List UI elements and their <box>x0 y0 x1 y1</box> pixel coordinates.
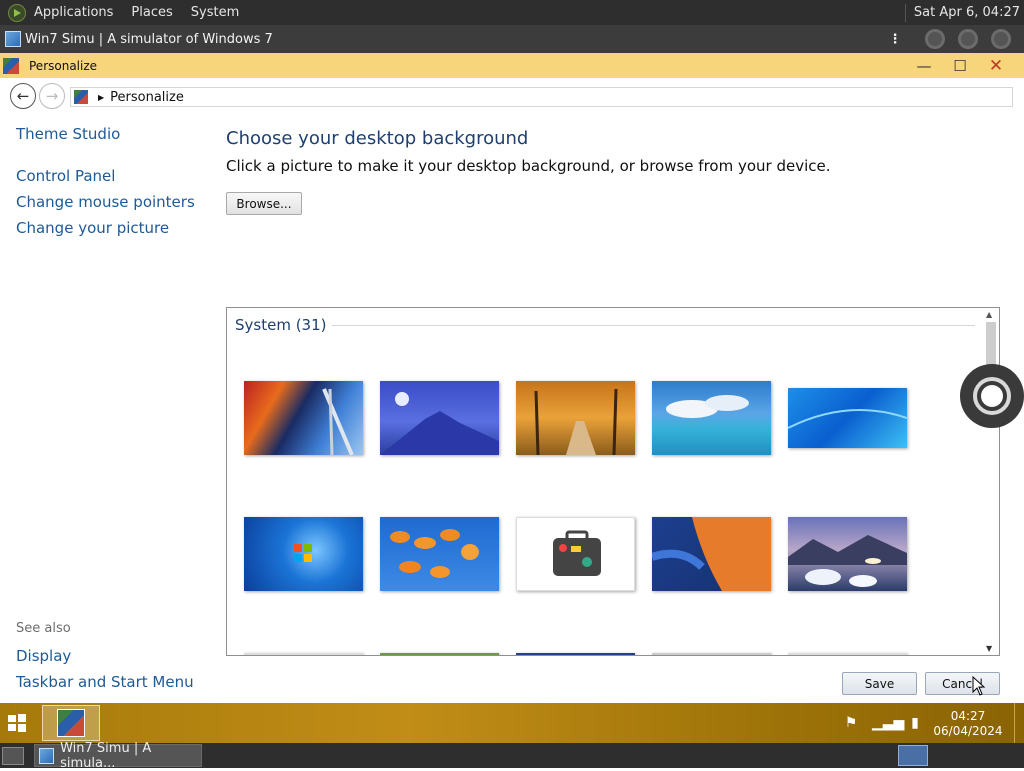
wallpaper-image <box>666 395 749 418</box>
page-subtitle: Click a picture to make it your desktop … <box>226 157 831 175</box>
browser-titlebar: Win7 Simu | A simulator of Windows 7 ⋮ <box>0 25 1024 53</box>
scroll-up-icon[interactable]: ▲ <box>986 310 992 319</box>
vertical-scrollbar[interactable]: ▲ ▼ <box>983 308 999 655</box>
browser-title: Win7 Simu | A simulator of Windows 7 <box>25 31 273 47</box>
wallpaper-thumbnail[interactable] <box>788 517 907 591</box>
control-panel-link[interactable]: Control Panel <box>16 167 115 185</box>
kebab-menu-icon[interactable]: ⋮ <box>887 32 903 47</box>
display-link[interactable]: Display <box>16 647 71 665</box>
scroll-thumb[interactable] <box>986 322 996 370</box>
wallpaper-image <box>534 388 618 455</box>
window-list-item[interactable]: Win7 Simu | A simula... <box>34 741 202 771</box>
wallpaper-thumbnail[interactable] <box>788 388 907 448</box>
action-center-flag-icon[interactable]: ⚑ <box>840 715 862 731</box>
change-mouse-pointers-link[interactable]: Change mouse pointers <box>16 193 195 211</box>
cancel-button[interactable]: Cancel <box>925 672 1000 695</box>
wallpaper-thumbnail[interactable] <box>244 381 363 455</box>
browse-button[interactable]: Browse... <box>226 192 302 215</box>
wallpaper-thumbnail[interactable] <box>380 381 499 455</box>
touch-ring-icon <box>973 377 1011 415</box>
wallpaper-image <box>788 409 907 429</box>
forward-button[interactable]: → <box>39 82 65 109</box>
wallpaper-image <box>390 529 479 578</box>
menu-system[interactable]: System <box>191 5 239 20</box>
win7-taskbar: ⚑ ▁▃▅ ▮ 04:27 06/04/2024 <box>0 703 1024 743</box>
window-title: Personalize <box>29 58 98 73</box>
app-icon <box>5 31 21 47</box>
battery-icon[interactable]: ▮ <box>904 715 926 731</box>
wallpaper-thumbnail[interactable] <box>516 517 635 591</box>
browser-maximize-button[interactable] <box>958 29 978 49</box>
wallpaper-gallery[interactable]: System (31) ▲ ▼ <box>226 307 1000 656</box>
wallpaper-image <box>652 517 771 591</box>
taskbar-clock[interactable]: 04:27 06/04/2024 <box>928 709 1008 739</box>
address-bar: ← → ▶ Personalize <box>0 78 1024 113</box>
window-list-label: Win7 Simu | A simula... <box>60 740 152 771</box>
show-desktop-button[interactable] <box>1014 703 1024 743</box>
chevron-right-icon[interactable]: ▶ <box>98 93 104 102</box>
group-divider <box>325 325 975 326</box>
save-button[interactable]: Save <box>842 672 917 695</box>
wallpaper-thumbnail[interactable] <box>380 653 499 655</box>
theme-studio-link[interactable]: Theme Studio <box>16 125 120 143</box>
personalize-icon <box>3 57 19 74</box>
workspace-switcher[interactable] <box>898 745 928 766</box>
wallpaper-thumbnail[interactable] <box>244 517 363 591</box>
assistive-touch-button[interactable] <box>960 364 1024 428</box>
os-logo-icon[interactable] <box>8 3 26 22</box>
network-signal-icon[interactable]: ▁▃▅ <box>872 715 904 731</box>
page-title: Choose your desktop background <box>226 128 529 149</box>
change-your-picture-link[interactable]: Change your picture <box>16 219 169 237</box>
wallpaper-image <box>294 544 312 562</box>
wallpaper-thumbnail[interactable] <box>244 653 363 655</box>
browser-close-button[interactable] <box>991 29 1011 49</box>
menu-places[interactable]: Places <box>131 5 172 20</box>
personalize-app-icon <box>57 709 85 737</box>
browser-minimize-button[interactable] <box>925 29 945 49</box>
system-tray: ⚑ ▁▃▅ ▮ <box>840 703 936 743</box>
start-button[interactable] <box>0 703 34 743</box>
wallpaper-thumbnail[interactable] <box>652 653 771 655</box>
taskbar-start-menu-link[interactable]: Taskbar and Start Menu <box>16 673 194 691</box>
maximize-button[interactable]: ☐ <box>942 57 978 75</box>
minimize-button[interactable]: — <box>906 57 942 75</box>
top-panel: Applications Places System Sat Apr 6, 04… <box>0 0 1024 25</box>
back-button[interactable]: ← <box>10 82 36 109</box>
wallpaper-image <box>553 530 601 576</box>
menu-applications[interactable]: Applications <box>34 5 113 20</box>
breadcrumb-personalize[interactable]: Personalize <box>110 90 184 105</box>
group-label-system: System (31) <box>235 316 332 334</box>
wallpaper-image <box>380 392 499 455</box>
wallpaper-thumbnail[interactable] <box>380 517 499 591</box>
wallpaper-thumbnail[interactable] <box>652 381 771 455</box>
bottom-panel: Win7 Simu | A simula... <box>0 741 1024 771</box>
wallpaper-thumbnail[interactable] <box>516 653 635 655</box>
wallpaper-image <box>788 535 907 587</box>
panel-separator <box>904 3 906 22</box>
wallpaper-thumbnail[interactable] <box>788 653 907 655</box>
wallpaper-thumbnail[interactable] <box>516 381 635 455</box>
see-also-label: See also <box>16 621 71 636</box>
close-button[interactable]: ✕ <box>978 56 1014 76</box>
windows-logo-icon <box>8 714 26 732</box>
browser-app-icon <box>39 747 55 764</box>
window-titlebar: Personalize — ☐ ✕ <box>0 53 1024 78</box>
mouse-cursor-icon <box>972 676 986 696</box>
breadcrumb[interactable]: ▶ Personalize <box>70 87 1013 107</box>
taskbar-personalize-app[interactable] <box>42 705 100 741</box>
taskbar-date: 06/04/2024 <box>933 724 1003 738</box>
panel-clock[interactable]: Sat Apr 6, 04:27 <box>914 5 1020 20</box>
show-desktop-icon[interactable] <box>2 746 24 765</box>
control-panel-icon <box>74 90 88 104</box>
taskbar-time: 04:27 <box>950 709 986 723</box>
wallpaper-image <box>322 388 354 455</box>
wallpaper-thumbnail[interactable] <box>652 517 771 591</box>
scroll-down-icon[interactable]: ▼ <box>986 644 992 653</box>
